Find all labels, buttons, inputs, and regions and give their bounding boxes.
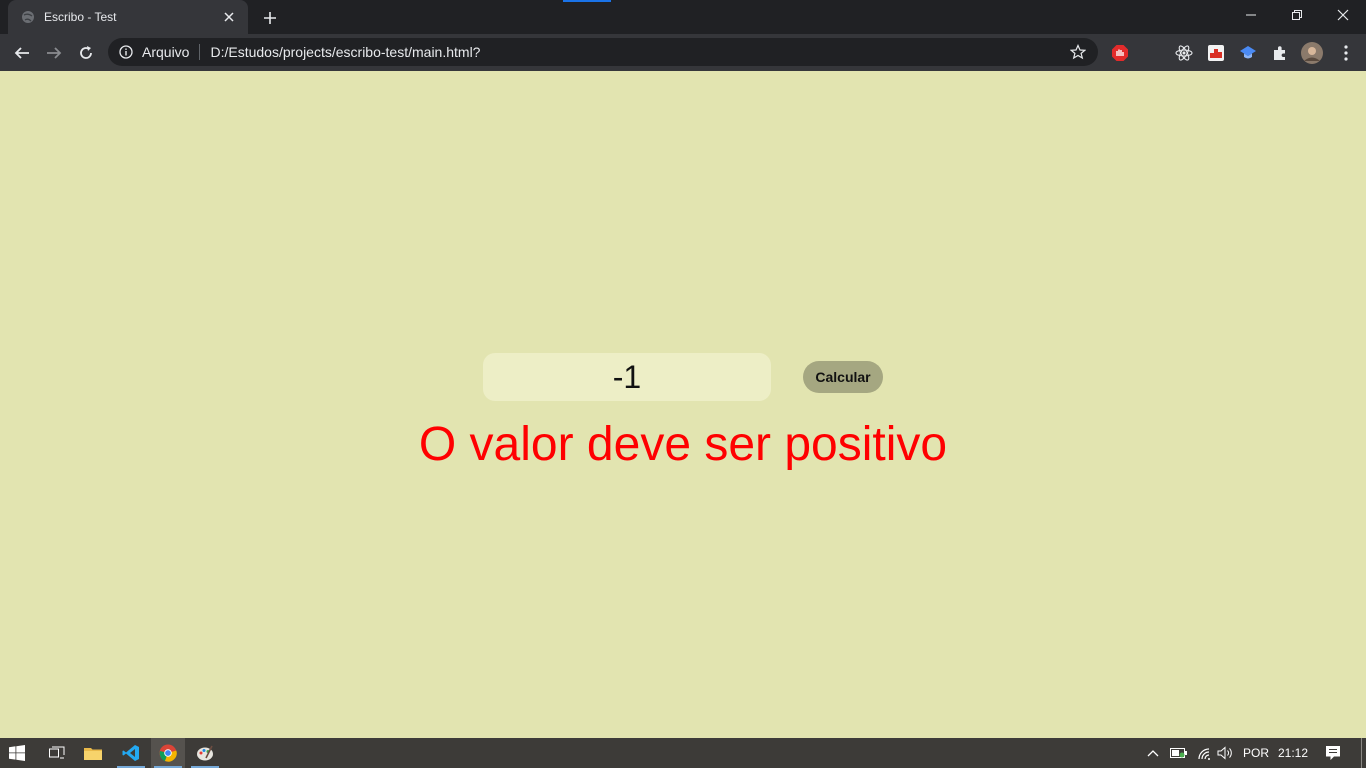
- reload-icon[interactable]: [72, 39, 100, 67]
- new-tab-button[interactable]: [258, 6, 282, 30]
- back-arrow-icon[interactable]: [8, 39, 36, 67]
- minimize-icon[interactable]: [1228, 0, 1274, 30]
- react-devtools-icon[interactable]: [1173, 42, 1195, 64]
- tab-strip-indicator: [563, 0, 611, 2]
- adblock-icon[interactable]: [1109, 42, 1131, 64]
- battery-icon[interactable]: [1168, 738, 1190, 768]
- notifications-icon[interactable]: [1320, 738, 1346, 768]
- tray-chevron-up-icon[interactable]: [1144, 738, 1162, 768]
- profile-avatar[interactable]: [1301, 42, 1323, 64]
- tab-strip: Escribo - Test: [0, 0, 1366, 34]
- browser-tab[interactable]: Escribo - Test: [8, 0, 248, 34]
- value-input[interactable]: [483, 353, 771, 401]
- close-window-icon[interactable]: [1320, 0, 1366, 30]
- windows-start-icon[interactable]: [0, 738, 34, 768]
- extension-icon[interactable]: [1205, 42, 1227, 64]
- clock[interactable]: 21:12: [1275, 738, 1311, 768]
- file-explorer-icon[interactable]: [76, 738, 110, 768]
- forward-arrow-icon[interactable]: [40, 39, 68, 67]
- chrome-icon[interactable]: [151, 738, 185, 768]
- close-tab-icon[interactable]: [220, 8, 238, 26]
- vscode-icon[interactable]: [114, 738, 148, 768]
- windows-taskbar: POR 21:12: [0, 738, 1366, 768]
- security-chip-label: Arquivo: [142, 44, 190, 60]
- bookmark-star-icon[interactable]: [1066, 40, 1090, 64]
- calcular-button[interactable]: Calcular: [803, 361, 883, 393]
- menu-dots-icon[interactable]: [1335, 42, 1357, 64]
- puzzle-icon[interactable]: [1269, 42, 1291, 64]
- globe-icon: [20, 9, 36, 25]
- task-view-icon[interactable]: [40, 738, 74, 768]
- paint-icon[interactable]: [188, 738, 222, 768]
- tab-title: Escribo - Test: [44, 10, 117, 24]
- show-desktop-button[interactable]: [1361, 738, 1366, 768]
- info-icon[interactable]: [118, 44, 134, 60]
- volume-icon[interactable]: [1215, 738, 1237, 768]
- restore-icon[interactable]: [1274, 0, 1320, 30]
- error-message: O valor deve ser positivo: [418, 418, 948, 471]
- language-indicator[interactable]: POR: [1240, 738, 1272, 768]
- bookmark-extension-icon[interactable]: [1237, 42, 1259, 64]
- page-viewport: Calcular O valor deve ser positivo: [0, 71, 1366, 738]
- calculator-row: Calcular: [483, 353, 883, 401]
- url-text[interactable]: D:/Estudos/projects/escribo-test/main.ht…: [210, 44, 1066, 60]
- browser-toolbar: Arquivo D:/Estudos/projects/escribo-test…: [0, 34, 1366, 71]
- wifi-icon[interactable]: [1193, 738, 1215, 768]
- address-bar[interactable]: Arquivo D:/Estudos/projects/escribo-test…: [108, 38, 1098, 66]
- omnibox-divider: [199, 44, 201, 60]
